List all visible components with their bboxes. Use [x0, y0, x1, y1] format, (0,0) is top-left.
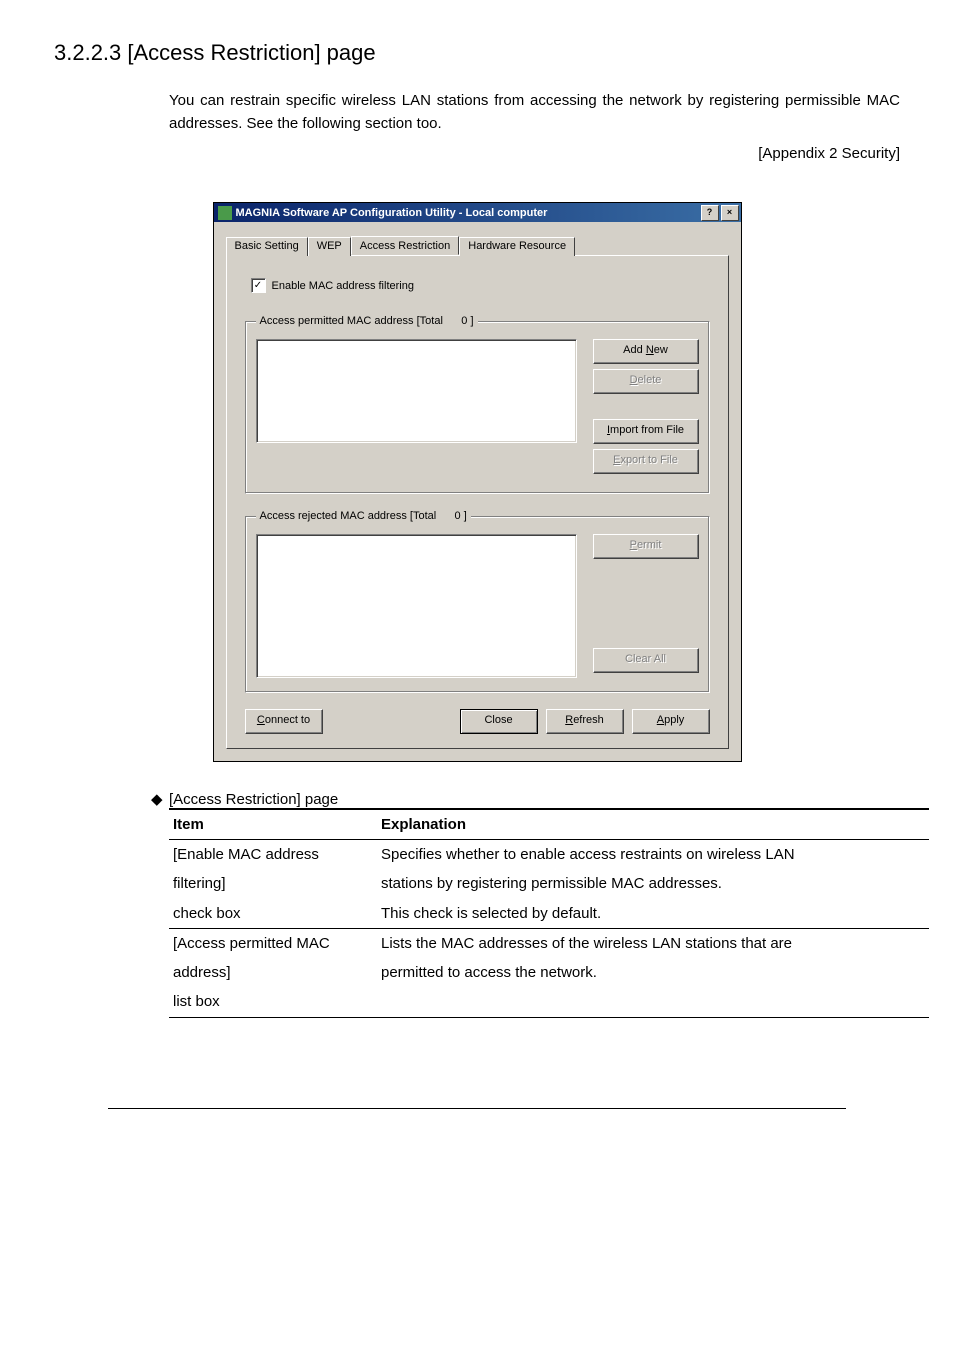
page-footer-rule — [108, 1108, 846, 1109]
apply-button[interactable]: Apply — [632, 709, 710, 734]
row2-item-l2: address] — [169, 958, 377, 987]
dialog-bottom-bar: Connect to Close Refresh Apply — [241, 709, 714, 734]
dialog-screenshot: MAGNIA Software AP Configuration Utility… — [213, 202, 742, 762]
th-item: Item — [169, 809, 377, 840]
add-new-button[interactable]: Add New — [593, 339, 699, 364]
export-to-file-button[interactable]: Export to File — [593, 449, 699, 474]
close-button[interactable]: Close — [460, 709, 538, 734]
clear-all-button[interactable]: Clear All — [593, 648, 699, 673]
app-icon — [218, 206, 232, 220]
enable-filtering-label: Enable MAC address filtering — [272, 280, 414, 292]
row1-exp-l1: Specifies whether to enable access restr… — [377, 840, 929, 870]
row1-item-l3: check box — [169, 899, 377, 929]
refresh-button[interactable]: Refresh — [546, 709, 624, 734]
tab-wep[interactable]: WEP — [308, 237, 351, 256]
appendix-reference: [Appendix 2 Security] — [54, 145, 900, 162]
row2-item-l3: list box — [169, 987, 377, 1017]
row1-item-l2: filtering] — [169, 869, 377, 898]
help-button[interactable]: ? — [701, 205, 719, 221]
permitted-legend: Access permitted MAC address [Total 0 ] — [256, 315, 478, 327]
row1-exp-l3: This check is selected by default. — [377, 899, 929, 929]
tab-panel: ✓ Enable MAC address filtering Access pe… — [226, 255, 729, 749]
tab-basic-setting[interactable]: Basic Setting — [226, 237, 308, 256]
intro-paragraph: You can restrain specific wireless LAN s… — [169, 90, 900, 135]
import-from-file-button[interactable]: Import from File — [593, 419, 699, 444]
rejected-group: Access rejected MAC address [Total 0 ] P… — [245, 510, 710, 693]
section-heading: 3.2.2.3 [Access Restriction] page — [54, 40, 900, 66]
tab-hardware-resource[interactable]: Hardware Resource — [459, 237, 575, 256]
permit-button[interactable]: Permit — [593, 534, 699, 559]
tab-strip: Basic Setting WEP Access Restriction Har… — [226, 236, 729, 255]
row2-exp-l2: permitted to access the network. — [377, 958, 929, 987]
dialog-window: MAGNIA Software AP Configuration Utility… — [213, 202, 742, 762]
permitted-group: Access permitted MAC address [Total 0 ] … — [245, 315, 710, 494]
enable-filtering-checkbox[interactable]: ✓ — [251, 278, 266, 293]
connect-to-button[interactable]: Connect to — [245, 709, 323, 734]
permitted-listbox[interactable] — [256, 339, 577, 443]
enable-filtering-row: ✓ Enable MAC address filtering — [251, 278, 714, 293]
title-bar-text: MAGNIA Software AP Configuration Utility… — [236, 207, 699, 219]
row2-item-l1: [Access permitted MAC — [169, 928, 377, 958]
table-caption-row: ◆[Access Restriction] page — [169, 790, 900, 808]
diamond-bullet-icon: ◆ — [151, 790, 169, 808]
close-icon[interactable]: × — [721, 205, 739, 221]
row1-item-l1: [Enable MAC address — [169, 840, 377, 870]
th-explanation: Explanation — [377, 809, 929, 840]
rejected-listbox[interactable] — [256, 534, 577, 678]
row2-exp-l1: Lists the MAC addresses of the wireless … — [377, 928, 929, 958]
row1-exp-l2: stations by registering permissible MAC … — [377, 869, 929, 898]
rejected-legend: Access rejected MAC address [Total 0 ] — [256, 510, 471, 522]
delete-button[interactable]: Delete — [593, 369, 699, 394]
table-caption: [Access Restriction] page — [169, 791, 338, 808]
dialog-body: Basic Setting WEP Access Restriction Har… — [214, 222, 741, 761]
title-bar: MAGNIA Software AP Configuration Utility… — [214, 203, 741, 222]
tab-access-restriction[interactable]: Access Restriction — [351, 236, 459, 255]
spec-table: Item Explanation [Enable MAC address Spe… — [169, 808, 929, 1018]
